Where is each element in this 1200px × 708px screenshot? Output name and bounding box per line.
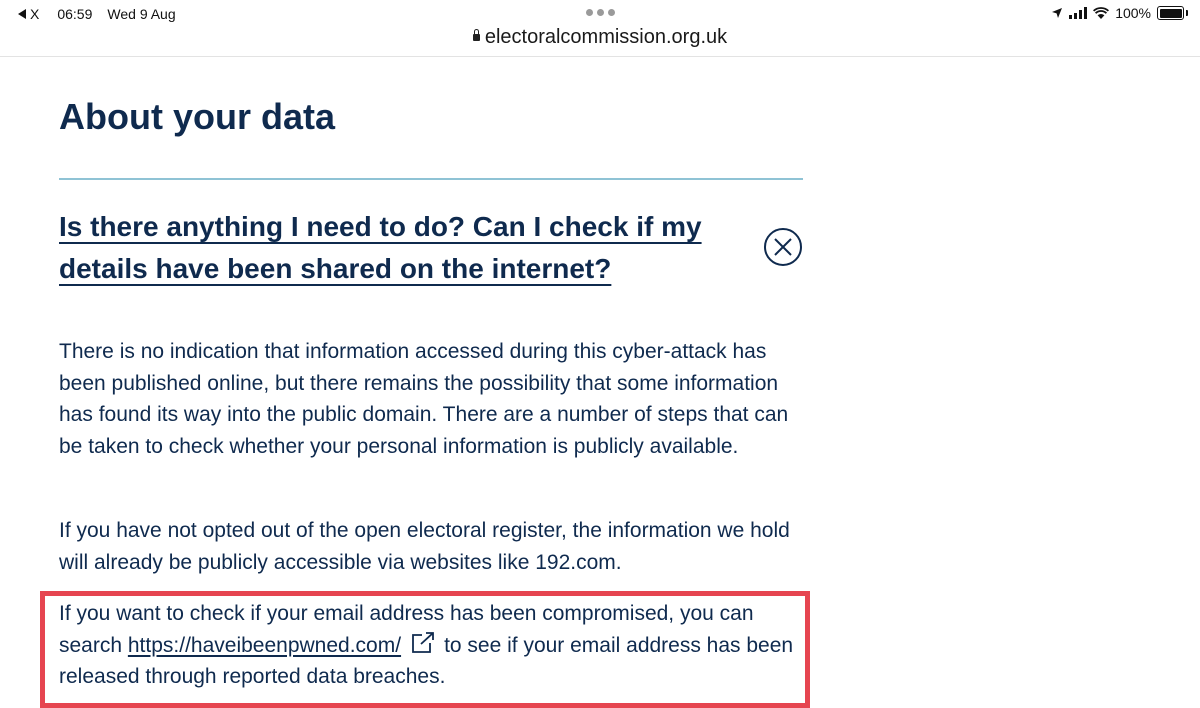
- back-to-app-label[interactable]: X: [30, 6, 39, 22]
- answer-paragraph-2: If you have not opted out of the open el…: [59, 519, 790, 574]
- location-arrow-icon: [1052, 8, 1063, 18]
- collapse-faq-button[interactable]: [764, 228, 802, 266]
- battery-icon: [1157, 6, 1188, 20]
- url-text[interactable]: electoralcommission.org.uk: [485, 26, 727, 48]
- faq-question-toggle[interactable]: Is there anything I need to do? Can I ch…: [59, 206, 749, 290]
- highlight-annotation-box: [40, 591, 810, 708]
- status-time: 06:59: [57, 6, 93, 22]
- status-bar: X 06:59 Wed 9 Aug 100%: [0, 0, 1200, 28]
- toolbar-divider: [0, 56, 1200, 57]
- section-divider: [59, 178, 803, 180]
- signal-icon: [1069, 7, 1088, 19]
- multitasking-dots-icon[interactable]: [586, 9, 615, 16]
- status-date: Wed 9 Aug: [107, 6, 176, 22]
- back-arrow-icon[interactable]: [18, 9, 26, 19]
- wifi-icon: [1093, 7, 1110, 19]
- close-icon: [774, 238, 792, 256]
- lock-icon: [472, 29, 480, 41]
- answer-paragraph-1: There is no indication that information …: [59, 340, 789, 458]
- address-bar[interactable]: electoralcommission.org.uk: [0, 26, 1200, 49]
- status-bar-right: 100%: [1045, 5, 1188, 21]
- status-bar-left: X 06:59 Wed 9 Aug: [18, 6, 176, 22]
- page-title: About your data: [59, 96, 335, 137]
- battery-percentage: 100%: [1115, 5, 1151, 21]
